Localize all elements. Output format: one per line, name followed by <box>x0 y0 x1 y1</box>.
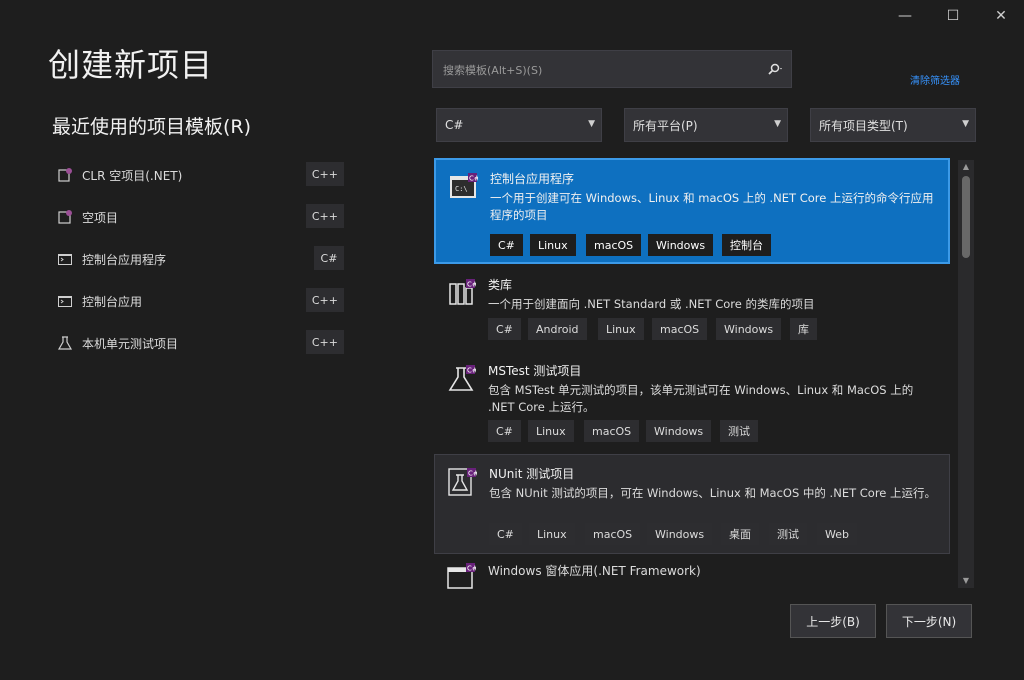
platform-filter-dropdown[interactable]: 所有平台(P) ▼ <box>624 108 788 142</box>
mstest-project-icon: C# <box>446 364 478 394</box>
scroll-down-arrow-icon[interactable]: ▼ <box>958 574 974 588</box>
svg-text:C#: C# <box>467 565 476 573</box>
language-badge: C++ <box>305 204 344 228</box>
recent-item-clr-empty-project[interactable]: CLR 空项目(.NET) C++ <box>52 160 348 190</box>
template-title: 类库 <box>488 278 513 292</box>
svg-text:C#: C# <box>467 281 476 289</box>
unit-test-icon <box>56 334 74 352</box>
template-tag: macOS <box>584 420 640 442</box>
svg-text:C#: C# <box>467 367 476 375</box>
back-button[interactable]: 上一步(B) <box>790 604 876 638</box>
recent-item-native-unit-test[interactable]: 本机单元测试项目 C++ <box>52 328 348 358</box>
template-tag: 控制台 <box>722 234 771 256</box>
svg-text:C:\: C:\ <box>455 185 468 193</box>
template-tag: Android <box>528 318 587 340</box>
nunit-project-icon: C# <box>447 467 479 497</box>
language-badge: C++ <box>305 330 344 354</box>
minimize-icon: — <box>898 8 912 24</box>
template-tag: 库 <box>790 318 817 340</box>
template-tag: C# <box>488 420 521 442</box>
search-input[interactable] <box>441 59 745 81</box>
template-tag: 测试 <box>720 420 758 442</box>
clear-filter-link[interactable]: 清除筛选器 <box>910 72 960 87</box>
language-filter-dropdown[interactable]: C# ▼ <box>436 108 602 142</box>
template-tag: Linux <box>598 318 644 340</box>
language-badge: C++ <box>305 162 344 186</box>
recent-item-console-app-cpp[interactable]: 控制台应用 C++ <box>52 286 348 316</box>
close-icon: ✕ <box>995 8 1007 24</box>
template-tag: macOS <box>585 523 641 545</box>
template-tag: 桌面 <box>721 523 759 545</box>
language-filter-value: C# <box>445 118 464 132</box>
template-description: 一个用于创建面向 .NET Standard 或 .NET Core 的类库的项… <box>488 297 815 311</box>
scrollbar-thumb[interactable] <box>962 176 970 258</box>
recent-templates-heading: 最近使用的项目模板(R) <box>52 116 252 138</box>
class-library-icon: C# <box>446 278 478 308</box>
template-title: NUnit 测试项目 <box>489 467 575 481</box>
console-app-icon: C:\C# <box>448 172 480 202</box>
svg-text:C#: C# <box>469 175 478 183</box>
template-tag: Linux <box>529 523 575 545</box>
template-tag: C# <box>489 523 522 545</box>
maximize-icon: ☐ <box>946 8 960 24</box>
template-tag: Windows <box>716 318 782 340</box>
empty-project-icon <box>56 208 74 226</box>
template-tag: Windows <box>647 523 713 545</box>
template-tag: macOS <box>586 234 642 256</box>
recent-item-console-app-csharp[interactable]: 控制台应用程序 C# <box>52 244 348 274</box>
template-item-mstest[interactable]: C# MSTest 测试项目 包含 MSTest 单元测试的项目，该单元测试可在… <box>434 352 950 454</box>
project-type-filter-value: 所有项目类型(T) <box>819 118 908 133</box>
page-title: 创建新项目 <box>48 46 214 84</box>
project-type-filter-dropdown[interactable]: 所有项目类型(T) ▼ <box>810 108 976 142</box>
language-badge: C# <box>314 246 344 270</box>
template-list-scrollbar[interactable]: ▲ ▼ <box>958 160 974 588</box>
platform-filter-value: 所有平台(P) <box>633 118 698 133</box>
search-icon[interactable] <box>763 60 787 80</box>
scroll-up-arrow-icon[interactable]: ▲ <box>958 160 974 174</box>
clr-empty-project-icon <box>56 166 74 184</box>
close-button[interactable]: ✕ <box>978 0 1024 32</box>
template-tag: C# <box>490 234 523 256</box>
template-list: C:\C# 控制台应用程序 一个用于创建可在 Windows、Linux 和 m… <box>434 156 976 590</box>
next-button[interactable]: 下一步(N) <box>886 604 972 638</box>
template-tag: Windows <box>646 420 712 442</box>
chevron-down-icon: ▼ <box>962 119 969 129</box>
recent-item-label: 控制台应用程序 <box>82 252 167 267</box>
template-tag: Windows <box>648 234 714 256</box>
template-tag: 测试 <box>769 523 807 545</box>
template-tag: Web <box>817 523 857 545</box>
template-title: Windows 窗体应用(.NET Framework) <box>488 564 701 578</box>
template-description: 一个用于创建可在 Windows、Linux 和 macOS 上的 .NET C… <box>490 191 934 222</box>
svg-text:C#: C# <box>468 470 477 478</box>
template-description: 包含 MSTest 单元测试的项目，该单元测试可在 Windows、Linux … <box>488 383 914 414</box>
minimize-button[interactable]: — <box>882 0 928 32</box>
template-item-class-library[interactable]: C# 类库 一个用于创建面向 .NET Standard 或 .NET Core… <box>434 266 950 354</box>
language-badge: C++ <box>305 288 344 312</box>
template-tag: Linux <box>528 420 574 442</box>
template-description: 包含 NUnit 测试的项目，可在 Windows、Linux 和 MacOS … <box>489 486 937 500</box>
template-item-console-app[interactable]: C:\C# 控制台应用程序 一个用于创建可在 Windows、Linux 和 m… <box>434 158 950 264</box>
template-tag: macOS <box>652 318 708 340</box>
windows-forms-app-icon: C# <box>446 562 478 590</box>
maximize-button[interactable]: ☐ <box>930 0 976 32</box>
template-title: MSTest 测试项目 <box>488 364 582 378</box>
recent-item-empty-project[interactable]: 空项目 C++ <box>52 202 348 232</box>
console-app-icon <box>56 250 74 268</box>
template-title: 控制台应用程序 <box>490 172 575 186</box>
search-box <box>432 50 792 88</box>
chevron-down-icon: ▼ <box>774 119 781 129</box>
console-app-icon <box>56 292 74 310</box>
template-item-windows-forms[interactable]: C# Windows 窗体应用(.NET Framework) <box>434 556 950 590</box>
template-tag: C# <box>488 318 521 340</box>
template-tag: Linux <box>530 234 576 256</box>
chevron-down-icon: ▼ <box>588 119 595 129</box>
template-item-nunit[interactable]: C# NUnit 测试项目 包含 NUnit 测试的项目，可在 Windows、… <box>434 454 950 554</box>
